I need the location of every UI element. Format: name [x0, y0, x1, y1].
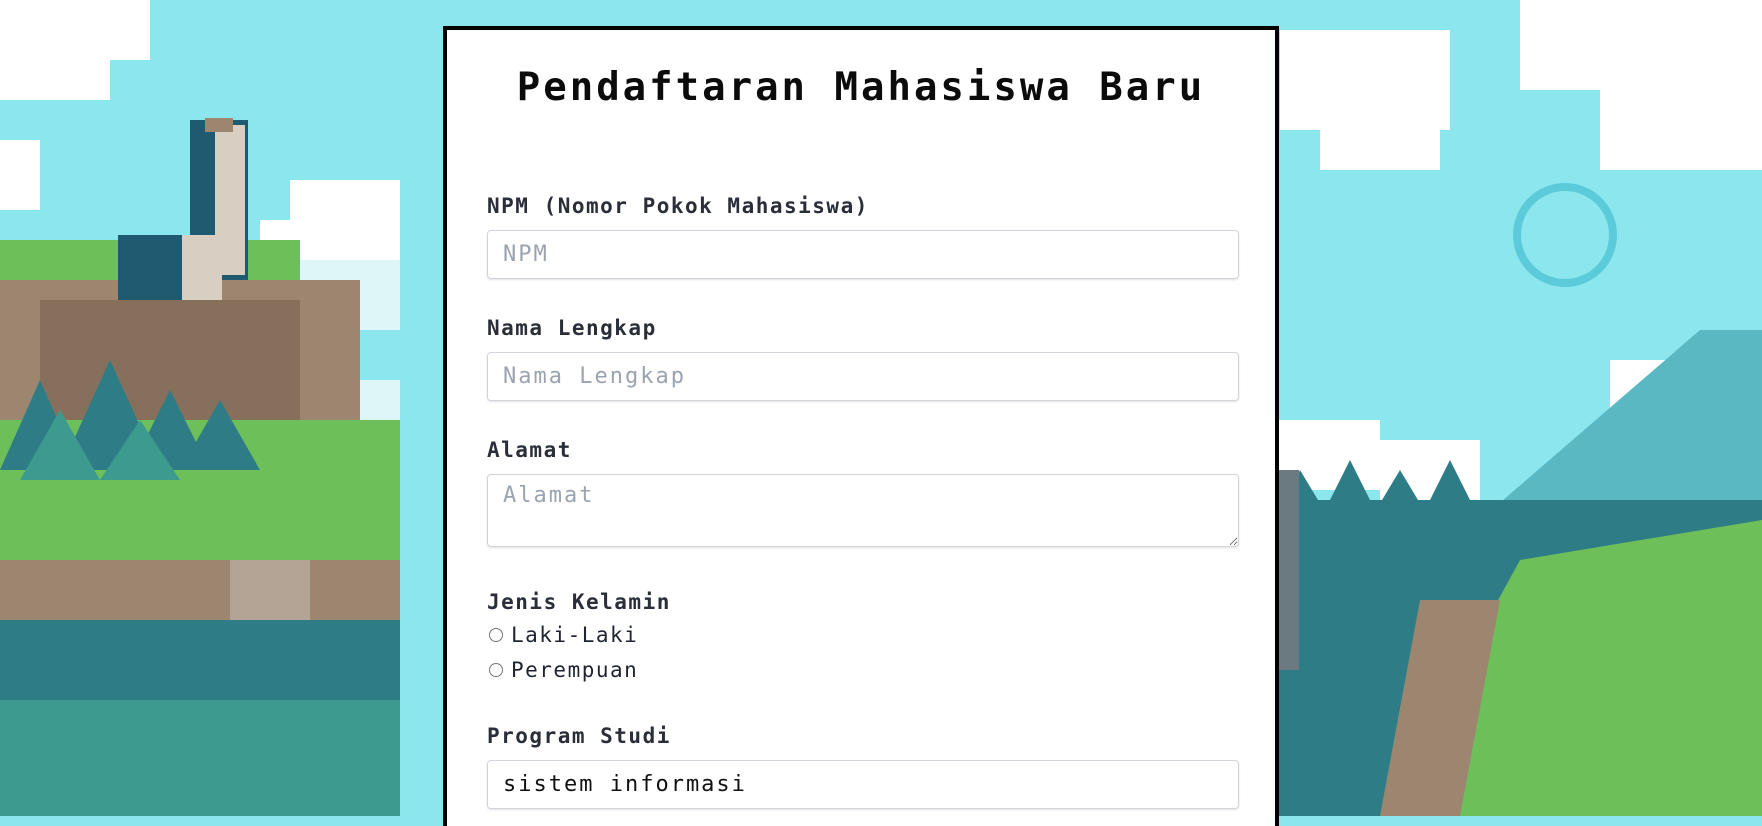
alamat-textarea[interactable] — [487, 474, 1239, 547]
alamat-label: Alamat — [487, 438, 572, 462]
nama-field-group: Nama Lengkap — [487, 316, 1239, 401]
prodi-input[interactable] — [487, 760, 1239, 809]
cliff-island — [0, 240, 400, 816]
forest-right — [1279, 460, 1762, 816]
nama-label: Nama Lengkap — [487, 316, 657, 340]
gender-radio-male[interactable] — [489, 627, 503, 642]
gender-field-group: Jenis Kelamin Laki-Laki Perempuan — [487, 590, 1239, 684]
alamat-field-group: Alamat — [487, 438, 1239, 547]
registration-form-card: Pendaftaran Mahasiswa Baru NPM (Nomor Po… — [443, 26, 1279, 826]
npm-field-group: NPM (Nomor Pokok Mahasiswa) — [487, 194, 1239, 279]
gender-option-male[interactable]: Laki-Laki — [487, 620, 1239, 649]
gender-option-male-label: Laki-Laki — [511, 622, 639, 647]
prodi-field-group: Program Studi — [487, 724, 1239, 809]
gender-option-female[interactable]: Perempuan — [487, 655, 1239, 684]
form-title: Pendaftaran Mahasiswa Baru — [516, 65, 1206, 110]
gender-radio-female[interactable] — [489, 662, 503, 677]
nama-input[interactable] — [487, 352, 1239, 401]
npm-label: NPM (Nomor Pokok Mahasiswa) — [487, 194, 869, 218]
prodi-label: Program Studi — [487, 724, 671, 748]
npm-input[interactable] — [487, 230, 1239, 279]
gender-label: Jenis Kelamin — [487, 590, 671, 614]
gender-option-female-label: Perempuan — [511, 657, 639, 682]
